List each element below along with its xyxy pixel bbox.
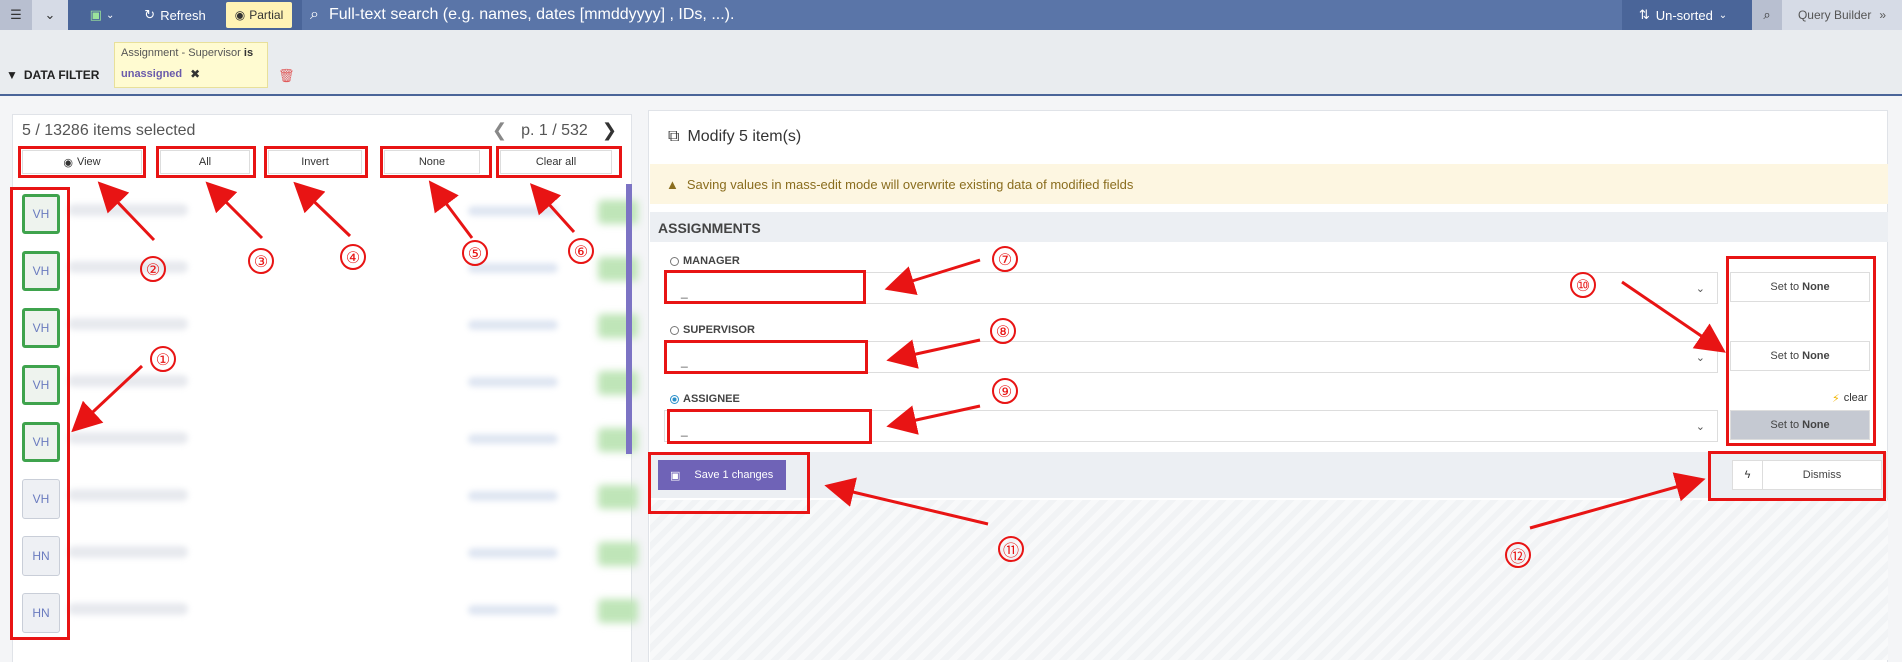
save-icon: ▣ xyxy=(89,7,102,22)
bolt-icon[interactable]: ϟ xyxy=(1733,461,1763,489)
manager-label: MANAGER xyxy=(670,255,740,267)
annotation-number-9: ⑨ xyxy=(992,378,1018,404)
eye-icon: ◉ xyxy=(63,156,73,169)
query-search-button[interactable]: ⌕ xyxy=(1752,0,1782,30)
annotation-number-4: ④ xyxy=(340,244,366,270)
avatar[interactable]: HN xyxy=(22,536,60,576)
annotation-number-1: ① xyxy=(150,346,176,372)
chevron-down-icon: ⌄ xyxy=(1695,421,1705,433)
annotation-number-7: ⑦ xyxy=(992,246,1018,272)
save-icon: ▣ xyxy=(670,469,681,482)
menu-caret-button[interactable]: ⌄ xyxy=(32,0,68,30)
next-page-icon[interactable]: ❯ xyxy=(602,120,617,141)
search-placeholder: Full-text search (e.g. names, dates [mmd… xyxy=(328,6,735,23)
query-builder-button[interactable]: Query Builder» xyxy=(1782,0,1902,30)
supervisor-set-none-button[interactable]: Set to None xyxy=(1730,341,1870,371)
filter-chip[interactable]: Assignment - Supervisor is unassigned ✖ xyxy=(114,42,268,88)
item-list: VH VH VH VH VH VH HN HN xyxy=(12,186,66,646)
list-item[interactable] xyxy=(68,200,638,224)
clear-all-button[interactable]: Clear all xyxy=(500,150,612,174)
avatar[interactable]: VH xyxy=(22,479,60,519)
trash-icon[interactable]: 🗑 xyxy=(278,68,295,84)
manager-select[interactable]: _ ⌄ xyxy=(664,272,1718,304)
search-input[interactable]: ⌕ Full-text search (e.g. names, dates [mm… xyxy=(302,0,1622,30)
pager: ❮ p. 1 / 532 ❯ xyxy=(492,120,617,141)
save-menu-button[interactable]: ▣ ⌄ xyxy=(80,0,124,30)
view-button[interactable]: ◉ View xyxy=(22,150,142,174)
list-item[interactable] xyxy=(68,485,638,509)
select-none-button[interactable]: None xyxy=(384,150,480,174)
assignments-header: ASSIGNMENTS xyxy=(650,212,1888,242)
save-changes-button[interactable]: ▣ Save 1 changes xyxy=(658,460,786,490)
annotation-number-10: ⑩ xyxy=(1570,272,1596,298)
filter-icon: ▼ xyxy=(6,68,18,82)
select-all-button[interactable]: All xyxy=(160,150,250,174)
search-icon: ⌕ xyxy=(1763,7,1771,22)
avatar[interactable]: VH xyxy=(22,422,60,462)
chevron-down-icon: ⌄ xyxy=(1695,283,1705,295)
annotation-number-12: ⑫ xyxy=(1505,542,1531,568)
refresh-button[interactable]: ↻ Refresh xyxy=(138,0,212,30)
avatar[interactable]: VH xyxy=(22,365,60,405)
dismiss-group: ϟ Dismiss xyxy=(1732,460,1882,490)
modify-title: ⧉ Modify 5 item(s) xyxy=(668,128,802,145)
dismiss-button[interactable]: Dismiss xyxy=(1763,461,1881,489)
modify-footer xyxy=(650,452,1888,498)
hamburger-icon: ☰ xyxy=(10,7,22,22)
assignee-set-none-button[interactable]: Set to None xyxy=(1730,410,1870,440)
annotation-number-2: ② xyxy=(140,256,166,282)
avatar[interactable]: VH xyxy=(22,308,60,348)
partial-toggle[interactable]: ◉ Partial xyxy=(226,2,292,28)
clear-link[interactable]: ⚡ clear xyxy=(1832,392,1868,405)
edit-copy-icon: ⧉ xyxy=(668,128,680,145)
double-chevron-icon: » xyxy=(1879,8,1887,22)
warning-icon: ▲ xyxy=(666,176,679,192)
bolt-icon: ⚡ xyxy=(1832,393,1840,405)
annotation-number-5: ⑤ xyxy=(462,240,488,266)
annotation-number-8: ⑧ xyxy=(990,318,1016,344)
sort-dropdown[interactable]: ⇅ Un-sorted ⌄ xyxy=(1630,0,1736,30)
supervisor-label: SUPERVISOR xyxy=(670,324,755,336)
manager-set-none-button[interactable]: Set to None xyxy=(1730,272,1870,302)
remove-chip-icon[interactable]: ✖ xyxy=(190,67,200,81)
data-filter-label: ▼ DATA FILTER xyxy=(6,68,100,82)
list-item[interactable] xyxy=(68,371,638,395)
chevron-down-icon: ⌄ xyxy=(44,7,56,22)
annotation-number-11: ⑪ xyxy=(998,536,1024,562)
assignee-label: ASSIGNEE xyxy=(670,393,740,405)
list-item[interactable] xyxy=(68,542,638,566)
eye-icon: ◉ xyxy=(234,8,246,22)
chevron-down-icon: ⌄ xyxy=(105,9,115,21)
list-item[interactable] xyxy=(68,428,638,452)
chevron-down-icon: ⌄ xyxy=(1695,352,1705,364)
avatar[interactable]: HN xyxy=(22,593,60,633)
page-indicator: p. 1 / 532 xyxy=(521,121,588,139)
annotation-number-6: ⑥ xyxy=(568,238,594,264)
invert-selection-button[interactable]: Invert xyxy=(268,150,362,174)
empty-area xyxy=(650,500,1888,660)
selection-count: 5 / 13286 items selected xyxy=(22,122,196,139)
refresh-icon: ↻ xyxy=(144,7,156,22)
annotation-number-3: ③ xyxy=(248,248,274,274)
scroll-indicator[interactable] xyxy=(626,184,632,454)
radio-checked-icon[interactable] xyxy=(670,394,679,404)
list-item[interactable] xyxy=(68,314,638,338)
top-toolbar: ☰ ⌄ ▣ ⌄ ↻ Refresh ◉ Partial ⌕ Full-text sear… xyxy=(0,0,1902,30)
chevron-down-icon: ⌄ xyxy=(1718,9,1728,21)
avatar[interactable]: VH xyxy=(22,194,60,234)
menu-button[interactable]: ☰ xyxy=(0,0,32,30)
sort-icon: ⇅ xyxy=(1638,7,1650,22)
list-item[interactable] xyxy=(68,599,638,623)
supervisor-select[interactable]: _ ⌄ xyxy=(664,341,1718,373)
warning-banner: ▲ Saving values in mass-edit mode will ov… xyxy=(650,164,1888,204)
search-icon: ⌕ xyxy=(310,6,319,23)
filter-bar: ▼ DATA FILTER Assignment - Supervisor is … xyxy=(0,30,1902,96)
assignee-select[interactable]: _ ⌄ xyxy=(664,410,1718,442)
avatar[interactable]: VH xyxy=(22,251,60,291)
radio-icon[interactable] xyxy=(670,256,679,266)
prev-page-icon[interactable]: ❮ xyxy=(492,120,507,141)
radio-icon[interactable] xyxy=(670,325,679,335)
